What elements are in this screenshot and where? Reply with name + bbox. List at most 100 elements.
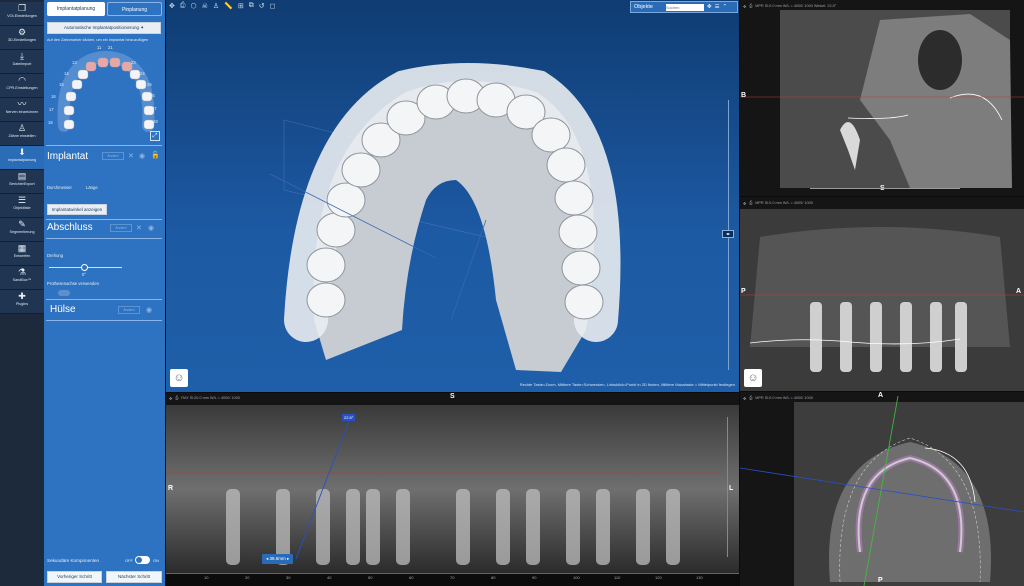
nav-teeth[interactable]: ♙ Zähne einstellen bbox=[0, 122, 44, 146]
implantat-change-button[interactable]: Ändern bbox=[102, 152, 124, 160]
camera-icon[interactable]: ⎙ bbox=[749, 396, 752, 400]
coronal-tooth bbox=[900, 302, 912, 372]
show-angle-button[interactable]: Implantatwinkel anzeigen bbox=[47, 204, 107, 215]
mouse-hint: Rechte Taste=Zoom, Mittlere Taste=Schwen… bbox=[519, 382, 735, 387]
next-step-button[interactable]: Nächster Schritt bbox=[106, 571, 162, 583]
close-icon[interactable]: ✕ bbox=[136, 224, 142, 232]
divider bbox=[46, 238, 162, 239]
nav-plugins[interactable]: ✚ Plugins bbox=[0, 290, 44, 314]
panoramic-view[interactable]: ✥ ⎙ RAY Sl:20.0 mm W/L = 4000/ 1000 S R L … bbox=[166, 393, 739, 586]
eye-icon[interactable]: ◉ bbox=[148, 224, 154, 232]
coronal-view[interactable]: ✥ ⎙ MPR Sl:0.0 mm W/L = 4000/ 1000 P A ☺ bbox=[740, 197, 1024, 391]
voi-icon: ❐ bbox=[17, 3, 27, 13]
tooth-label-21: 21 bbox=[108, 45, 113, 50]
sagittal-view[interactable]: ✥ ⎙ MPR Sl:0.0 mm W/L = 4000/ 1000 Winkel:… bbox=[740, 0, 1024, 196]
ruler-tick: 40 bbox=[327, 575, 332, 580]
pano-tooth bbox=[496, 489, 510, 565]
tooth-marker[interactable] bbox=[129, 69, 141, 80]
ruler-line bbox=[166, 573, 739, 574]
head-orientation-icon[interactable]: ☺ bbox=[170, 369, 188, 387]
rotation-slider-thumb[interactable] bbox=[81, 264, 88, 271]
chart-expand-icon[interactable]: ⤢ bbox=[150, 131, 160, 141]
view3d-slider-thumb[interactable]: ◂▸ bbox=[722, 230, 734, 238]
nav-voi[interactable]: ❐ VOI-Einstellungen bbox=[0, 2, 44, 26]
secondary-toggle[interactable] bbox=[135, 556, 150, 564]
sagittal-slider[interactable] bbox=[810, 188, 960, 189]
eye-icon[interactable]: ◉ bbox=[139, 152, 145, 160]
pano-tooth bbox=[526, 489, 540, 565]
tooth-crown bbox=[554, 180, 594, 216]
camera-icon[interactable]: ⎙ bbox=[749, 4, 752, 8]
tooth-marker[interactable] bbox=[63, 105, 75, 116]
tooth-label-11: 11 bbox=[97, 45, 102, 50]
nav-label: 3D-Einstellungen bbox=[7, 38, 37, 42]
prothese-toggle[interactable] bbox=[58, 290, 70, 296]
tab-pinplanung[interactable]: Pinplanung bbox=[107, 2, 162, 16]
ruler-tick: 20 bbox=[245, 575, 250, 580]
drehung-label: Drehung bbox=[47, 253, 64, 258]
auto-implant-button[interactable]: Automatische Implantatpositionierung ✦ bbox=[47, 22, 161, 34]
sagittal-toolbar: ✥ ⎙ MPR Sl:0.0 mm W/L = 4000/ 1000 Winkel:… bbox=[740, 1, 1024, 11]
pano-slider[interactable] bbox=[727, 417, 728, 557]
divider bbox=[46, 145, 162, 146]
tooth-crown bbox=[341, 152, 381, 188]
nav-seg[interactable]: ✎ Segmentierung bbox=[0, 218, 44, 242]
tooth-marker[interactable] bbox=[71, 79, 83, 90]
nav-cpr[interactable]: ◠ CPR-Einstellungen bbox=[0, 74, 44, 98]
tab-implantatplanung[interactable]: Implantatplanung bbox=[47, 2, 105, 16]
tooth-label-18: 18 bbox=[48, 120, 53, 125]
close-icon[interactable]: ✕ bbox=[128, 152, 134, 160]
tooth-marker[interactable] bbox=[77, 69, 89, 80]
sandbox-icon: ⚗ bbox=[17, 267, 27, 277]
nav-design[interactable]: ▦ Entwerfen bbox=[0, 242, 44, 266]
tooth-marker[interactable] bbox=[135, 79, 147, 90]
plugins-icon: ✚ bbox=[18, 291, 26, 301]
import-icon: ⤓ bbox=[20, 51, 24, 61]
axial-view[interactable]: ✥ ⎙ MPR Sl:0.0 mm W/L = 4000/ 1000 A P bbox=[740, 392, 1024, 586]
sagittal-image bbox=[740, 10, 1024, 188]
divider bbox=[46, 320, 162, 321]
seg-icon: ✎ bbox=[18, 219, 26, 229]
ruler-tick: 30 bbox=[286, 575, 291, 580]
prev-step-button[interactable]: Vorheriger Schritt bbox=[47, 571, 102, 583]
divider bbox=[46, 299, 162, 300]
tooth-chart[interactable] bbox=[50, 44, 162, 134]
eye-icon[interactable]: ◉ bbox=[146, 306, 152, 314]
left-navigation: ❐ VOI-Einstellungen ⚙ 3D-Einstellungen ⤓ Date… bbox=[0, 0, 44, 586]
tooth-marker[interactable] bbox=[85, 61, 97, 72]
nav-nerve[interactable]: 〰 Nerven einzeichnen bbox=[0, 98, 44, 122]
nav-sandbox[interactable]: ⚗ SandBox™ bbox=[0, 266, 44, 290]
nav-label: Implantatplanung bbox=[7, 158, 37, 162]
camera-icon[interactable]: ⎙ bbox=[749, 201, 752, 205]
tooth-crown bbox=[531, 117, 571, 153]
ruler-tick: 50 bbox=[368, 575, 373, 580]
tooth-marker[interactable] bbox=[65, 91, 77, 102]
move-icon[interactable]: ✥ bbox=[743, 396, 746, 401]
nav-3d[interactable]: ⚙ 3D-Einstellungen bbox=[0, 26, 44, 50]
tooth-marker[interactable] bbox=[97, 57, 109, 68]
secondary-components-label: Sekundäre Komponenten bbox=[47, 558, 100, 563]
tooth-marker[interactable] bbox=[109, 57, 121, 68]
pano-image[interactable] bbox=[166, 393, 739, 586]
tooth-marker[interactable] bbox=[63, 119, 75, 130]
huelse-change-button[interactable]: Ändern bbox=[118, 306, 140, 314]
dental-model[interactable] bbox=[166, 0, 739, 392]
view-3d[interactable]: ✥⎙⬡☠♙📏⊞⧉↺◻ Objekte ✥☰⌃ ◂▸ ☺ Rechte Taste… bbox=[166, 0, 739, 392]
tooth-crown bbox=[558, 214, 598, 250]
move-icon[interactable]: ✥ bbox=[743, 201, 746, 206]
nav-implant[interactable]: ⬇ Implantatplanung bbox=[0, 146, 44, 170]
measurement-label[interactable]: ◂ 38.6mm ▸ bbox=[262, 554, 294, 564]
sagittal-status: MPR Sl:0.0 mm W/L = 4000/ 1000 Winkel: 2… bbox=[755, 4, 837, 8]
lock-icon[interactable]: 🔓 bbox=[151, 151, 160, 159]
axial-status: MPR Sl:0.0 mm W/L = 4000/ 1000 bbox=[755, 396, 813, 400]
nav-import[interactable]: ⤓ Dateiimport bbox=[0, 50, 44, 74]
head-orientation-icon[interactable]: ☺ bbox=[744, 369, 762, 387]
auto-implant-label: Automatische Implantatpositionierung bbox=[63, 25, 139, 30]
abschluss-change-button[interactable]: Ändern bbox=[110, 224, 132, 232]
tooth-label-28: 28 bbox=[153, 119, 158, 124]
move-icon[interactable]: ✥ bbox=[743, 4, 746, 9]
nav-report[interactable]: ▤ Berichte/Export bbox=[0, 170, 44, 194]
3d-icon: ⚙ bbox=[17, 27, 27, 37]
nav-label: Zähne einstellen bbox=[8, 134, 36, 138]
nav-objects[interactable]: ☰ Objektliste bbox=[0, 194, 44, 218]
